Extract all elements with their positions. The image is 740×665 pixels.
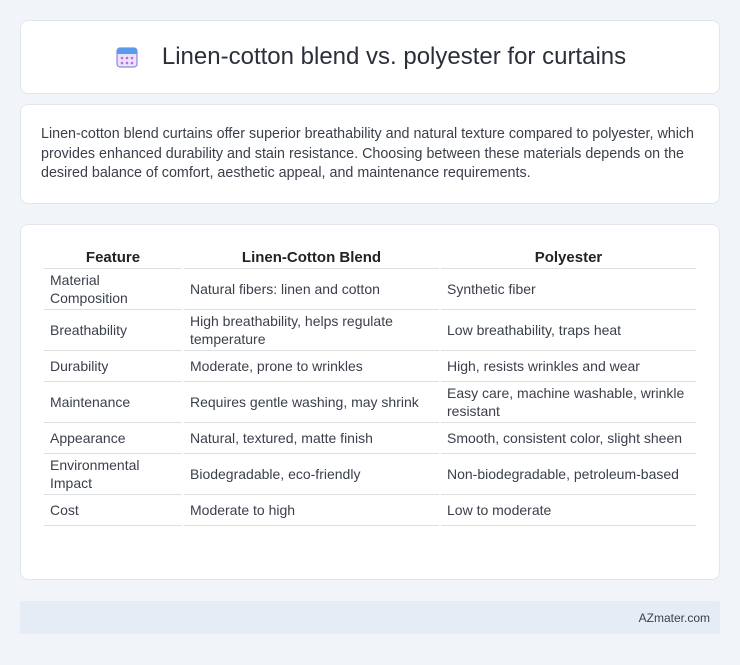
- feature-cell: Breathability: [44, 310, 182, 351]
- feature-cell: Maintenance: [44, 382, 182, 423]
- title-card: Linen-cotton blend vs. polyester for cur…: [20, 20, 720, 94]
- polyester-cell: Non-biodegradable, petroleum-based: [441, 454, 696, 495]
- linen-cotton-cell: High breathability, helps regulate tempe…: [184, 310, 439, 351]
- polyester-cell: Low to moderate: [441, 495, 696, 526]
- comparison-table: Feature Linen-Cotton Blend Polyester Mat…: [42, 245, 698, 526]
- polyester-cell: Easy care, machine washable, wrinkle res…: [441, 382, 696, 423]
- footer-brand: AZmater.com: [638, 610, 710, 625]
- table-row: Environmental Impact Biodegradable, eco-…: [44, 454, 696, 495]
- polyester-cell: Low breathability, traps heat: [441, 310, 696, 351]
- page-title: Linen-cotton blend vs. polyester for cur…: [161, 43, 627, 70]
- linen-cotton-cell: Requires gentle washing, may shrink: [184, 382, 439, 423]
- table-row: Breathability High breathability, helps …: [44, 310, 696, 351]
- polyester-cell: Synthetic fiber: [441, 269, 696, 310]
- table-row: Maintenance Requires gentle washing, may…: [44, 382, 696, 423]
- feature-cell: Appearance: [44, 423, 182, 454]
- table-header-row: Feature Linen-Cotton Blend Polyester: [44, 245, 696, 269]
- table-row: Appearance Natural, textured, matte fini…: [44, 423, 696, 454]
- comparison-card: Feature Linen-Cotton Blend Polyester Mat…: [20, 224, 720, 580]
- feature-cell: Environmental Impact: [44, 454, 182, 495]
- feature-cell: Cost: [44, 495, 182, 526]
- calendar-icon: [114, 44, 140, 70]
- intro-text: Linen-cotton blend curtains offer superi…: [41, 126, 695, 181]
- polyester-cell: Smooth, consistent color, slight sheen: [441, 423, 696, 454]
- table-row: Durability Moderate, prone to wrinkles H…: [44, 351, 696, 382]
- feature-cell: Material Composition: [44, 269, 182, 310]
- linen-cotton-cell: Moderate to high: [184, 495, 439, 526]
- linen-cotton-cell: Moderate, prone to wrinkles: [184, 351, 439, 382]
- intro-card: Linen-cotton blend curtains offer superi…: [20, 104, 720, 204]
- footer: AZmater.com: [20, 601, 720, 634]
- header-feature: Feature: [44, 245, 182, 269]
- linen-cotton-cell: Biodegradable, eco-friendly: [184, 454, 439, 495]
- linen-cotton-cell: Natural fibers: linen and cotton: [184, 269, 439, 310]
- polyester-cell: High, resists wrinkles and wear: [441, 351, 696, 382]
- table-row: Material Composition Natural fibers: lin…: [44, 269, 696, 310]
- table-row: Cost Moderate to high Low to moderate: [44, 495, 696, 526]
- linen-cotton-cell: Natural, textured, matte finish: [184, 423, 439, 454]
- header-polyester: Polyester: [441, 245, 696, 269]
- feature-cell: Durability: [44, 351, 182, 382]
- header-linen-cotton: Linen-Cotton Blend: [184, 245, 439, 269]
